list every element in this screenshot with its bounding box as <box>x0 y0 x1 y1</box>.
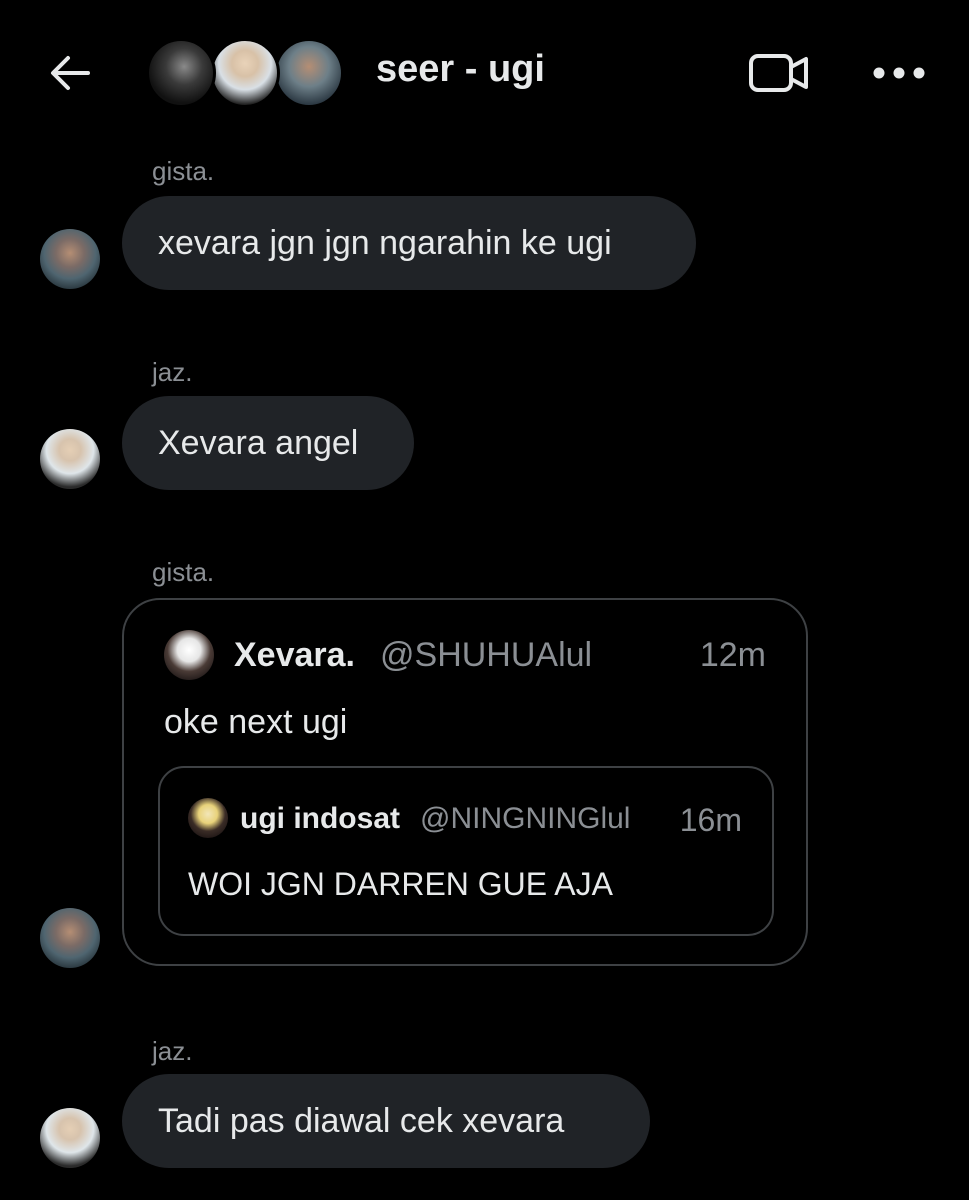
group-avatars[interactable] <box>146 38 346 110</box>
message-bubble[interactable]: Tadi pas diawal cek xevara <box>122 1074 650 1168</box>
tweet-author-handle: @SHUHUAlul <box>380 636 593 674</box>
avatar <box>274 38 344 108</box>
sender-avatar[interactable] <box>40 229 100 289</box>
chat-header: seer - ugi <box>0 0 969 145</box>
nested-quoted-tweet[interactable]: ugi indosat @NINGNINGlul 16m WOI JGN DAR… <box>158 766 774 936</box>
tweet-text: oke next ugi <box>164 703 348 741</box>
arrow-left-icon <box>51 56 90 90</box>
message-bubble[interactable]: xevara jgn jgn ngarahin ke ugi <box>122 196 696 290</box>
nested-timestamp: 16m <box>679 802 742 838</box>
nested-author-name: ugi indosat <box>240 802 400 835</box>
sender-avatar[interactable] <box>40 1108 100 1168</box>
sender-avatar[interactable] <box>40 429 100 489</box>
message-bubble[interactable]: Xevara angel <box>122 396 414 490</box>
avatar <box>210 38 280 108</box>
nested-tweet-text: WOI JGN DARREN GUE AJA <box>188 866 613 902</box>
tweet-author-avatar <box>164 630 214 680</box>
more-horizontal-icon <box>873 67 925 79</box>
nested-author-avatar <box>188 798 228 838</box>
message-text: Tadi pas diawal cek xevara <box>158 1101 565 1140</box>
avatar <box>146 38 216 108</box>
sender-name: jaz. <box>152 357 193 387</box>
tweet-author-name: Xevara. <box>234 636 355 674</box>
conversation-title[interactable]: seer - ugi <box>376 48 545 91</box>
nested-author-handle: @NINGNINGlul <box>420 802 631 835</box>
tweet-timestamp: 12m <box>699 636 766 674</box>
sender-name: gista. <box>152 557 215 587</box>
video-camera-icon <box>749 54 808 92</box>
more-options-button[interactable] <box>868 50 930 96</box>
back-button[interactable] <box>42 48 98 98</box>
quoted-tweet-card[interactable]: Xevara. @SHUHUAlul 12m oke next ugi ugi … <box>122 598 808 966</box>
sender-avatar[interactable] <box>40 908 100 968</box>
message-text: xevara jgn jgn ngarahin ke ugi <box>158 223 612 262</box>
message-text: Xevara angel <box>158 423 359 462</box>
video-call-button[interactable] <box>748 50 810 96</box>
sender-name: gista. <box>152 156 215 186</box>
sender-name: jaz. <box>152 1036 193 1066</box>
